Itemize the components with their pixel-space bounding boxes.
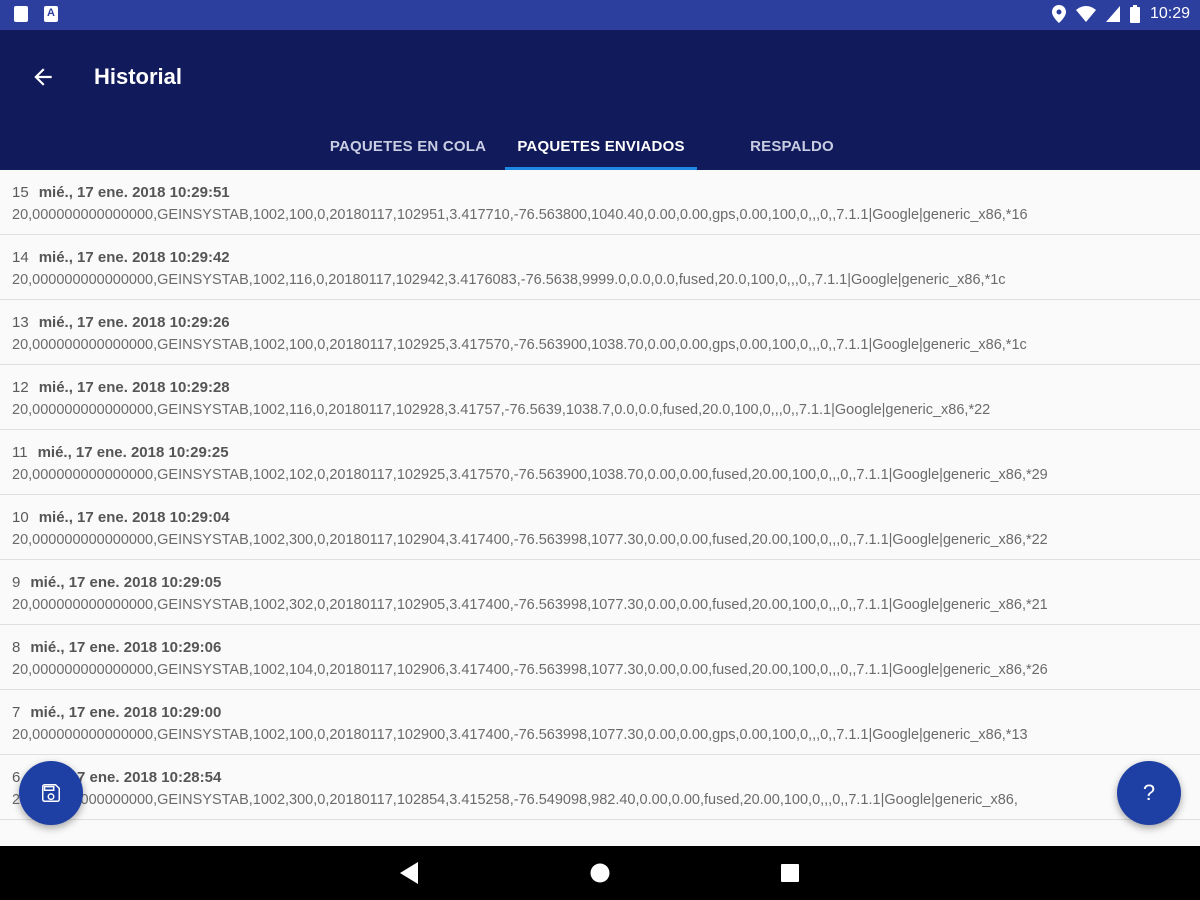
list-item[interactable]: 9 mié., 17 ene. 2018 10:29:05 20,000000000…: [0, 560, 1200, 625]
list-item-header: 11 mié., 17 ene. 2018 10:29:25: [12, 430, 1200, 465]
a-icon-letter: A: [47, 7, 55, 19]
save-icon: [42, 784, 60, 802]
nav-back-button[interactable]: [380, 846, 440, 900]
list-item[interactable]: 10 mié., 17 ene. 2018 10:29:04 20,00000000…: [0, 495, 1200, 560]
entry-date: mié., 17 ene. 2018 10:29:06: [30, 639, 222, 656]
list-item-header: 10 mié., 17 ene. 2018 10:29:04: [12, 495, 1200, 530]
tab-respaldo[interactable]: RESPALDO: [720, 122, 864, 170]
list-item[interactable]: 15 mié., 17 ene. 2018 10:29:51 20,00000000…: [0, 170, 1200, 235]
entry-date: mié., 17 ene. 2018 10:29:04: [38, 509, 230, 526]
signal-icon: [1105, 6, 1120, 22]
entry-number: 9: [12, 574, 21, 591]
list-item-header: 14 mié., 17 ene. 2018 10:29:42: [12, 235, 1200, 270]
entry-data: 20,000000000000000,GEINSYSTAB,1002,104,0…: [12, 662, 1048, 678]
a-icon: A: [44, 6, 58, 22]
entry-data: 20,000000000000000,GEINSYSTAB,1002,100,0…: [12, 727, 1028, 743]
entry-number: 14: [12, 249, 29, 266]
page-title: Historial: [94, 64, 183, 89]
entry-number: 7: [12, 704, 21, 721]
entry-date: mié., 17 ene. 2018 10:29:51: [38, 184, 230, 201]
location-icon: [1051, 5, 1066, 23]
entry-data: 20,000000000000000,GEINSYSTAB,1002,116,0…: [12, 272, 1006, 288]
entry-date: mié., 17 ene. 2018 10:29:05: [30, 574, 222, 591]
tab-paquetes-en-cola[interactable]: PAQUETES EN COLA: [318, 122, 498, 170]
entry-number: 6: [12, 769, 21, 786]
status-time: 10:29: [1149, 5, 1190, 22]
entry-number: 10: [12, 509, 29, 526]
list-item[interactable]: 13 mié., 17 ene. 2018 10:29:26 20,00000000…: [0, 300, 1200, 365]
entry-data: 20,000000000000000,GEINSYSTAB,1002,302,0…: [12, 597, 1048, 613]
list-item-header: 6 mié., 17 ene. 2018 10:28:54: [12, 755, 1200, 790]
navigation-bar: [0, 846, 1200, 900]
entry-date: mié., 17 ene. 2018 10:29:28: [38, 379, 230, 396]
list-item-header: 13 mié., 17 ene. 2018 10:29:26: [12, 300, 1200, 335]
clipboard-icon: [14, 6, 28, 22]
help-button[interactable]: ?: [1117, 761, 1181, 825]
nav-recents-button[interactable]: [760, 846, 820, 900]
nav-home-button[interactable]: [570, 846, 630, 900]
status-bar-right: 10:29: [1051, 5, 1190, 23]
battery-icon: [1129, 5, 1140, 23]
list-item[interactable]: 7 mié., 17 ene. 2018 10:29:00 20,000000000…: [0, 690, 1200, 755]
entry-date: mié., 17 ene. 2018 10:29:25: [37, 444, 229, 461]
status-bar-left: A: [14, 6, 58, 22]
list-item[interactable]: 6 mié., 17 ene. 2018 10:28:54 20,000000000…: [0, 755, 1200, 820]
save-button[interactable]: [19, 761, 83, 825]
entry-data: 20,000000000000000,GEINSYSTAB,1002,100,0…: [12, 207, 1028, 223]
list-item[interactable]: 12 mié., 17 ene. 2018 10:29:28 20,00000000…: [0, 365, 1200, 430]
list-item-header: 15 mié., 17 ene. 2018 10:29:51: [12, 170, 1200, 205]
tab-bar: PAQUETES EN COLA PAQUETES ENVIADOS RESPA…: [0, 122, 1200, 170]
history-list[interactable]: 15 mié., 17 ene. 2018 10:29:51 20,00000000…: [0, 170, 1200, 846]
entry-number: 11: [12, 444, 28, 461]
app-bar: Historial PAQUETES EN COLA PAQUETES ENVI…: [0, 30, 1200, 170]
entry-data: 20,000000000000000,GEINSYSTAB,1002,100,0…: [12, 337, 1027, 353]
entry-date: mié., 17 ene. 2018 10:29:26: [38, 314, 230, 331]
entry-number: 15: [12, 184, 29, 201]
home-circle-icon: [590, 863, 610, 883]
back-triangle-icon: [400, 862, 418, 884]
entry-data: 20,000000000000000,GEINSYSTAB,1002,300,0…: [12, 792, 1018, 808]
list-item-header: 12 mié., 17 ene. 2018 10:29:28: [12, 365, 1200, 400]
list-item-header: 9 mié., 17 ene. 2018 10:29:05: [12, 560, 1200, 595]
list-item[interactable]: 14 mié., 17 ene. 2018 10:29:42 20,00000000…: [0, 235, 1200, 300]
entry-date: mié., 17 ene. 2018 10:29:00: [30, 704, 222, 721]
tab-paquetes-enviados[interactable]: PAQUETES ENVIADOS: [505, 122, 697, 170]
entry-number: 12: [12, 379, 29, 396]
list-item-header: 8 mié., 17 ene. 2018 10:29:06: [12, 625, 1200, 660]
list-item[interactable]: 11 mié., 17 ene. 2018 10:29:25 20,00000000…: [0, 430, 1200, 495]
help-label: ?: [1142, 780, 1156, 805]
status-bar: A 10:29: [0, 0, 1200, 30]
recents-square-icon: [781, 864, 799, 882]
entry-data: 20,000000000000000,GEINSYSTAB,1002,116,0…: [12, 402, 991, 418]
list-item[interactable]: 8 mié., 17 ene. 2018 10:29:06 20,000000000…: [0, 625, 1200, 690]
list-item-header: 7 mié., 17 ene. 2018 10:29:00: [12, 690, 1200, 725]
arrow-back-icon[interactable]: [30, 64, 56, 90]
entry-data: 20,000000000000000,GEINSYSTAB,1002,102,0…: [12, 467, 1048, 483]
entry-number: 8: [12, 639, 21, 656]
entry-data: 20,000000000000000,GEINSYSTAB,1002,300,0…: [12, 532, 1048, 548]
entry-date: mié., 17 ene. 2018 10:29:42: [38, 249, 230, 266]
wifi-icon: [1075, 6, 1096, 22]
entry-number: 13: [12, 314, 29, 331]
